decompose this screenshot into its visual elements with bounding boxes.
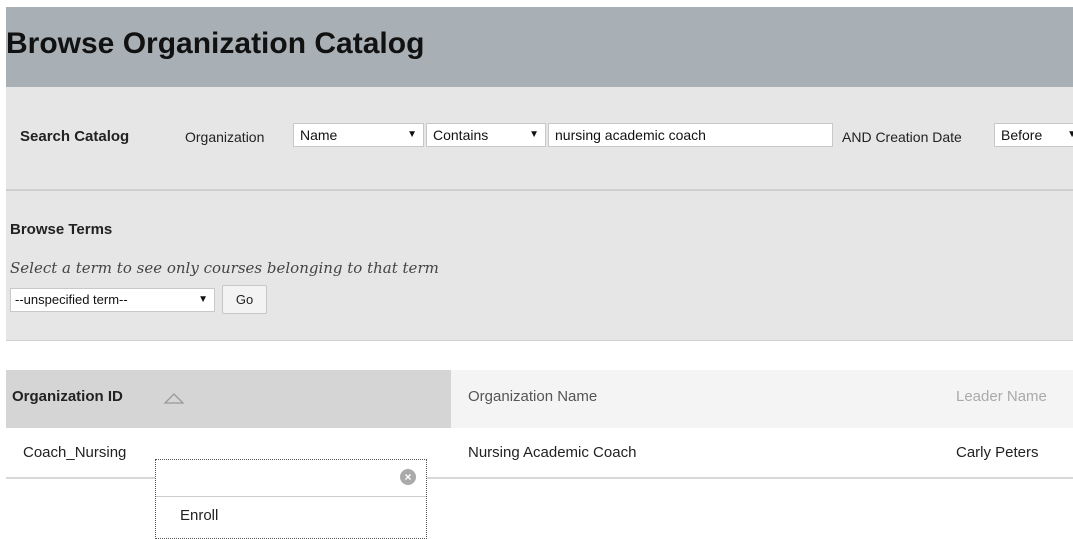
browse-terms-help: Select a term to see only courses belong… <box>10 259 439 277</box>
chevron-down-icon: ▼ <box>1067 124 1073 146</box>
sort-ascending-icon <box>163 391 185 409</box>
enroll-menu-item[interactable]: Enroll <box>180 507 218 524</box>
field-select[interactable]: Name ▼ <box>293 123 424 147</box>
operator-select-value: Contains <box>433 127 489 143</box>
chevron-down-icon: ▼ <box>198 294 208 305</box>
go-button[interactable]: Go <box>222 285 267 314</box>
operator-select[interactable]: Contains ▼ <box>426 123 546 147</box>
chevron-down-icon: ▼ <box>529 129 539 140</box>
page-title: Browse Organization Catalog <box>6 27 425 60</box>
search-input[interactable]: nursing academic coach <box>548 123 833 147</box>
search-catalog-title: Search Catalog <box>20 128 130 145</box>
date-select[interactable]: Before ▼ <box>994 123 1073 147</box>
term-select[interactable]: --unspecified term-- ▼ <box>10 288 215 312</box>
chevron-down-icon: ▼ <box>407 129 417 140</box>
column-header-leader-name[interactable]: Leader Name <box>956 388 1047 405</box>
context-menu-header: × <box>156 460 426 497</box>
term-select-value: --unspecified term-- <box>15 292 128 307</box>
leader-name-cell: Carly Peters <box>956 444 1039 461</box>
field-select-value: Name <box>300 127 338 143</box>
close-icon[interactable]: × <box>400 469 416 485</box>
organization-label: Organization <box>185 129 265 145</box>
column-header-label: Organization ID <box>12 388 123 405</box>
creation-date-label: AND Creation Date <box>842 129 962 145</box>
organization-id-cell[interactable]: Coach_Nursing <box>23 444 126 461</box>
search-catalog-panel: Search Catalog Organization Name ▼ Conta… <box>6 87 1073 191</box>
date-select-value: Before <box>1001 127 1043 143</box>
context-menu: × Enroll <box>155 459 427 539</box>
column-header-organization-name[interactable]: Organization Name <box>468 388 597 405</box>
table-header: Organization ID Organization Name Leader… <box>6 370 1073 428</box>
column-header-organization-id[interactable]: Organization ID <box>6 370 451 428</box>
browse-terms-panel: Browse Terms Select a term to see only c… <box>6 191 1073 341</box>
organization-name-cell: Nursing Academic Coach <box>468 444 637 461</box>
page-header: Browse Organization Catalog <box>6 7 1073 87</box>
browse-terms-title: Browse Terms <box>10 221 113 238</box>
